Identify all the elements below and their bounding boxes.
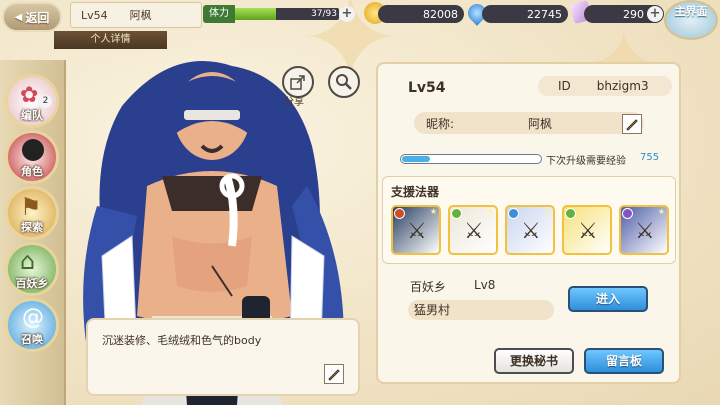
player-name: 阿枫 xyxy=(129,9,152,22)
rarity-stars: ★ xyxy=(657,207,665,216)
weapon-icon: ⚔ xyxy=(635,219,655,244)
fan-weapon-card[interactable]: ★ ⚔ xyxy=(391,205,441,255)
magnifier-icon xyxy=(336,74,352,90)
gem-value: 22745 xyxy=(527,7,562,21)
golden-weapon-card[interactable]: ★★ ⚔ xyxy=(562,205,612,255)
element-icon xyxy=(508,208,519,219)
pencil-icon xyxy=(328,369,340,381)
enter-village-button[interactable]: 进入 xyxy=(568,286,648,312)
nav-label: 召唤 xyxy=(21,333,43,346)
change-secretary-label: 更换秘书 xyxy=(509,354,558,368)
element-icon xyxy=(394,208,405,219)
weapon-icon: ⚔ xyxy=(578,219,598,244)
signature-text: 沉迷装修、毛绒绒和色气的body xyxy=(102,334,262,347)
nav-label: 编队 xyxy=(21,109,43,122)
stamina-value: 37/93 xyxy=(311,9,337,19)
nav-item-team[interactable]: ✿ 2 编队 xyxy=(5,74,59,128)
ticket-counter: 290 + xyxy=(584,5,664,23)
message-board-label: 留言板 xyxy=(605,354,642,368)
element-icon xyxy=(622,208,633,219)
stamina-label: 体力 xyxy=(203,5,235,23)
weapon-icon: ⚔ xyxy=(407,219,427,244)
edit-signature-button[interactable] xyxy=(324,364,344,384)
rarity-stars: ★★ xyxy=(593,207,608,216)
profile-panel: Lv54 ID bhzigm3 昵称: 阿枫 下次升级需要经验 755 支援法器… xyxy=(376,62,681,384)
element-icon xyxy=(451,208,462,219)
rarity-stars: ★ xyxy=(486,207,494,216)
exp-fill xyxy=(402,156,430,162)
id-label: ID xyxy=(558,79,571,93)
stamina-fill xyxy=(235,8,277,20)
nav-label: 百妖乡 xyxy=(15,277,49,290)
edit-nickname-button[interactable] xyxy=(622,114,642,134)
ticket-plus-button[interactable]: + xyxy=(647,6,663,22)
nickname-label: 昵称: xyxy=(426,116,455,131)
back-button[interactable]: ◀ 返回 xyxy=(2,2,62,32)
gold-counter: 82008 xyxy=(378,5,464,23)
player-level: Lv54 xyxy=(81,8,108,22)
nav-item-village[interactable]: ⌂ 百妖乡 xyxy=(5,242,59,296)
village-icon: ⌂ xyxy=(20,247,36,275)
player-info: Lv54 阿枫 xyxy=(70,2,202,28)
top-bar: ◀ 返回 Lv54 阿枫 体力 37/93 + 82008 22745 290 … xyxy=(0,0,720,40)
character-icon xyxy=(22,139,44,161)
village-name: 猛男村 xyxy=(408,300,554,320)
support-artifacts: 支援法器 ★ ⚔ ★ ⚔ ★ ⚔ ★★ ⚔ ★ ⚔ xyxy=(382,176,676,264)
home-button[interactable]: 主界面 xyxy=(664,0,718,40)
change-secretary-button[interactable]: 更换秘书 xyxy=(494,348,574,374)
dark-weapon-card[interactable]: ★ ⚔ xyxy=(619,205,669,255)
explore-icon: ⚑ xyxy=(20,193,42,221)
signature-box: 沉迷装修、毛绒绒和色气的body xyxy=(86,318,360,396)
nickname-bar: 昵称: 阿枫 xyxy=(414,112,644,134)
support-title: 支援法器 xyxy=(391,185,440,199)
spear-weapon-card[interactable]: ★ ⚔ xyxy=(448,205,498,255)
nav-item-character[interactable]: 角色 xyxy=(5,130,59,184)
id-value: bhzigm3 xyxy=(596,79,649,93)
id-box: ID bhzigm3 xyxy=(538,76,672,96)
stamina-plus-button[interactable]: + xyxy=(339,6,355,22)
profile-level: Lv54 xyxy=(408,80,446,96)
exp-value: 755 xyxy=(640,152,660,163)
pencil-icon xyxy=(626,119,638,131)
stamina-meter: 体力 37/93 + xyxy=(203,5,355,23)
gold-value: 82008 xyxy=(423,7,458,21)
exp-bar xyxy=(400,154,542,164)
exp-label: 下次升级需要经验 xyxy=(546,156,626,167)
message-board-button[interactable]: 留言板 xyxy=(584,348,664,374)
back-arrow-icon: ◀ xyxy=(14,11,23,23)
element-icon xyxy=(565,208,576,219)
blade-weapon-card[interactable]: ★ ⚔ xyxy=(505,205,555,255)
enter-label: 进入 xyxy=(595,292,620,306)
left-nav: ✿ 2 编队 角色 ⚑ 探索 ⌂ 百妖乡 @ 召唤 xyxy=(0,60,66,405)
nav-label: 角色 xyxy=(21,165,43,178)
weapon-icon: ⚔ xyxy=(521,219,541,244)
nav-label: 探索 xyxy=(21,221,43,234)
village-label: 百妖乡 xyxy=(410,280,447,294)
nav-item-summon[interactable]: @ 召唤 xyxy=(5,298,59,352)
home-label: 主界面 xyxy=(674,5,708,18)
nickname-value: 阿枫 xyxy=(528,116,553,131)
gem-counter: 22745 xyxy=(482,5,568,23)
stamina-bar: 37/93 xyxy=(235,8,339,20)
weapon-icon: ⚔ xyxy=(464,219,484,244)
share-label: 分享 xyxy=(284,97,304,108)
back-label: 返回 xyxy=(25,10,50,25)
nav-item-explore[interactable]: ⚑ 探索 xyxy=(5,186,59,240)
rarity-stars: ★ xyxy=(429,207,437,216)
village-level: Lv8 xyxy=(474,278,496,292)
summon-icon: @ xyxy=(22,305,44,330)
zoom-button[interactable] xyxy=(328,66,360,98)
team-icon: ✿ xyxy=(20,83,39,108)
rarity-stars: ★ xyxy=(543,207,551,216)
share-icon xyxy=(290,75,305,90)
ticket-value: 290 xyxy=(623,7,644,21)
